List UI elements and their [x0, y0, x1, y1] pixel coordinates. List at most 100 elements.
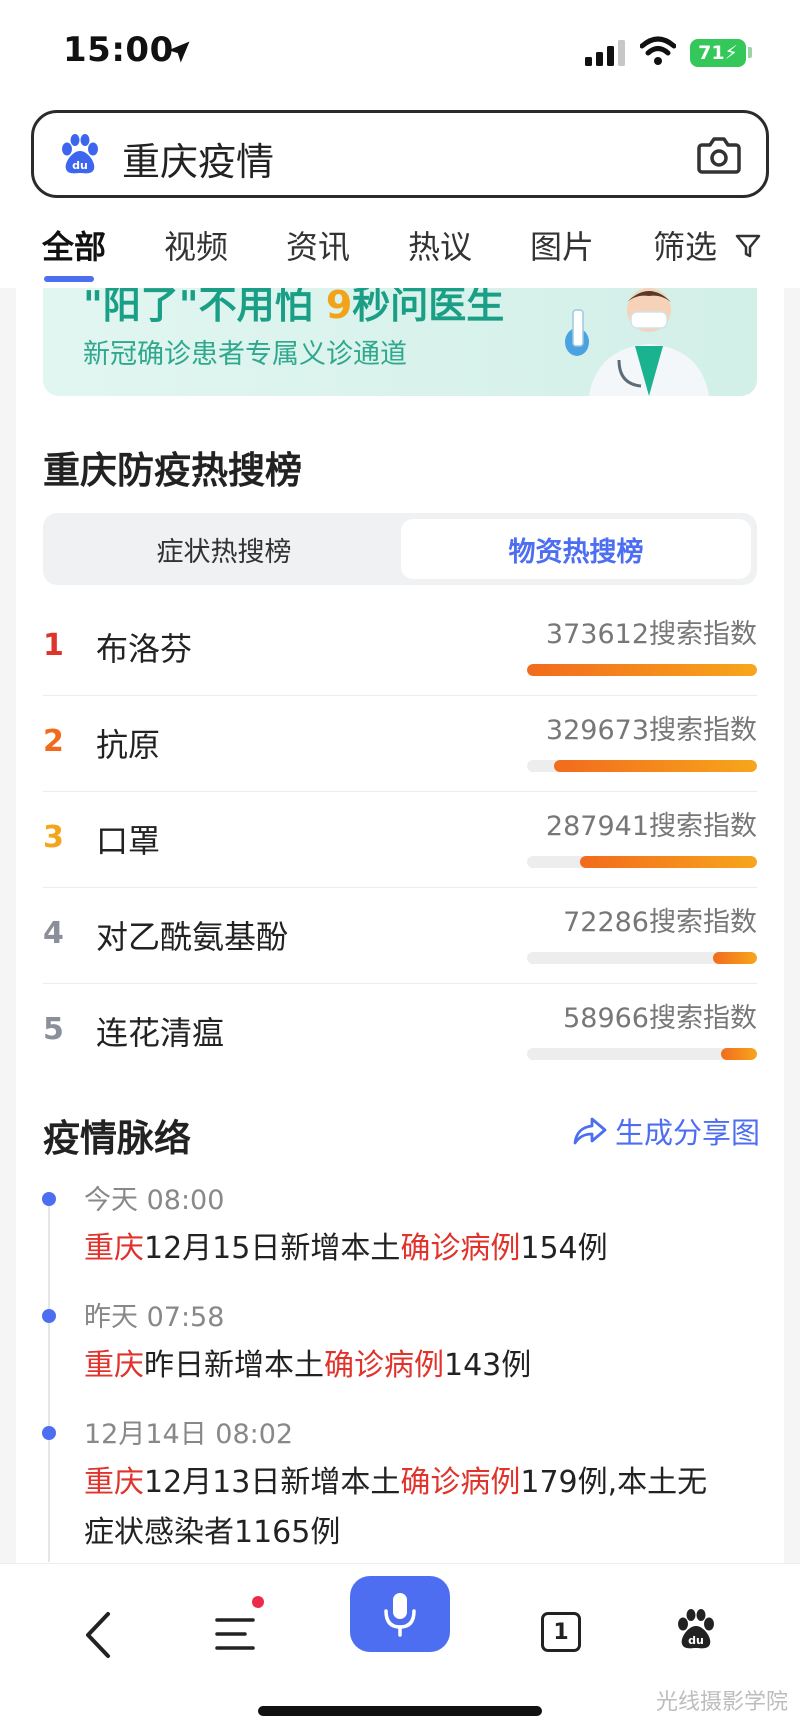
status-time: 15:00 [63, 30, 174, 70]
hot-list-row[interactable]: 5 连花清瘟 58966搜索指数 [43, 984, 757, 1080]
bottom-toolbar: 1 du 光线摄影学院 [0, 1563, 800, 1731]
hot-list-row[interactable]: 4 对乙酰氨基酚 72286搜索指数 [43, 888, 757, 984]
tab-images[interactable]: 图片 [530, 222, 594, 268]
cellular-signal-icon [585, 40, 625, 66]
rank-bar-fill [720, 1048, 757, 1060]
rank-bar-track [527, 664, 757, 676]
wifi-icon [640, 36, 676, 65]
timeline-dot [42, 1192, 56, 1206]
timeline-place: 重庆 [84, 1465, 144, 1500]
svg-text:du: du [72, 159, 88, 172]
camera-search-icon[interactable] [696, 133, 742, 177]
timeline-keyword: 确诊病例 [400, 1465, 521, 1500]
rank-bar-fill [554, 760, 757, 772]
rank-item-name: 连花清瘟 [96, 1014, 225, 1052]
timeline-keyword: 确诊病例 [324, 1348, 444, 1383]
rank-bar-track [527, 856, 757, 868]
battery-level: 71 [698, 42, 725, 64]
tab-video[interactable]: 视频 [164, 222, 228, 268]
timeline-text-a: 12月15日新增本土 [144, 1231, 401, 1266]
timeline-text-a: 12月13日新增本土 [144, 1465, 401, 1500]
share-image-link[interactable]: 生成分享图 [573, 1110, 760, 1152]
timeline-line [48, 1192, 50, 1562]
hot-list-row[interactable]: 2 抗原 329673搜索指数 [43, 696, 757, 792]
active-tab-indicator [44, 276, 94, 282]
rank-bar-track [527, 952, 757, 964]
timeline-dot [42, 1309, 56, 1323]
banner-headline: "阳了"不用怕 9秒问医生 [83, 288, 504, 329]
rank-search-index: 72286搜索指数 [563, 907, 757, 938]
battery-cap [748, 47, 752, 58]
segment-supplies-list[interactable]: 物资热搜榜 [401, 519, 751, 579]
hot-list-title: 重庆防疫热搜榜 [43, 449, 302, 492]
timeline-text-a: 昨日新增本土 [144, 1348, 324, 1383]
tab-count-button[interactable]: 1 [541, 1612, 581, 1652]
banner-headline-number: 9 [325, 288, 353, 327]
tab-all[interactable]: 全部 [42, 222, 106, 268]
rank-bar-track [527, 760, 757, 772]
rank-bar-fill [712, 952, 757, 964]
rank-bar-fill [527, 664, 757, 676]
rank-search-index: 329673搜索指数 [545, 715, 757, 746]
timeline-text: 重庆12月15日新增本土确诊病例154例 [84, 1224, 720, 1274]
timeline-place: 重庆 [84, 1231, 144, 1266]
rank-number: 3 [43, 820, 64, 855]
home-indicator [258, 1706, 542, 1716]
svg-text:du: du [688, 1634, 704, 1647]
baidu-logo-icon: du [62, 134, 98, 174]
search-box[interactable]: du 重庆疫情 [31, 110, 769, 198]
battery-indicator: 71 ⚡ [690, 39, 746, 67]
consult-banner[interactable]: "阳了"不用怕 9秒问医生 新冠确诊患者专属义诊通道 [43, 288, 757, 396]
tab-discussion[interactable]: 热议 [408, 222, 472, 268]
filter-funnel-icon[interactable] [734, 232, 762, 260]
rank-bar-track [527, 1048, 757, 1060]
result-tabs: 全部 视频 资讯 热议 图片 筛选 [0, 210, 800, 288]
timeline-time: 今天 08:00 [84, 1185, 225, 1216]
location-arrow-icon [168, 41, 190, 63]
timeline-text-b: 143例 [444, 1348, 532, 1383]
timeline-place: 重庆 [84, 1348, 144, 1383]
timeline-text: 重庆12月13日新增本土确诊病例179例,本土无症状感染者1165例 [84, 1458, 720, 1558]
timeline-keyword: 确诊病例 [400, 1231, 521, 1266]
rank-search-index: 373612搜索指数 [545, 619, 757, 650]
rank-item-name: 布洛芬 [96, 630, 193, 668]
rank-item-name: 抗原 [96, 726, 161, 764]
watermark: 光线摄影学院 [655, 1690, 788, 1715]
timeline-text-b: 154例 [520, 1231, 608, 1266]
share-arrow-icon [573, 1117, 607, 1145]
hot-list-row[interactable]: 3 口罩 287941搜索指数 [43, 792, 757, 888]
rank-item-name: 口罩 [96, 822, 161, 860]
segment-symptom-list[interactable]: 症状热搜榜 [49, 519, 399, 579]
rank-number: 5 [43, 1012, 64, 1047]
charging-bolt-icon: ⚡ [724, 42, 738, 64]
microphone-icon [384, 1593, 416, 1637]
timeline-time: 12月14日 08:02 [84, 1419, 294, 1450]
rank-number: 1 [43, 628, 64, 663]
menu-notification-dot [252, 1596, 264, 1608]
rank-bar-fill [579, 856, 757, 868]
hot-list-segmented-control: 症状热搜榜 物资热搜榜 [43, 513, 757, 585]
search-input[interactable]: 重庆疫情 [122, 131, 274, 186]
rank-item-name: 对乙酰氨基酚 [96, 918, 289, 956]
hot-list-row[interactable]: 1 布洛芬 373612搜索指数 [43, 600, 757, 696]
rank-search-index: 287941搜索指数 [545, 811, 757, 842]
voice-search-button[interactable] [350, 1576, 450, 1652]
rank-number: 2 [43, 724, 64, 759]
timeline-title: 疫情脉络 [43, 1117, 191, 1160]
banner-headline-a: "阳了"不用怕 [83, 288, 326, 327]
share-link-label: 生成分享图 [614, 1116, 760, 1150]
tab-news[interactable]: 资讯 [286, 222, 350, 268]
rank-search-index: 58966搜索指数 [563, 1003, 757, 1034]
back-chevron-icon[interactable] [80, 1610, 120, 1660]
timeline-text: 重庆昨日新增本土确诊病例143例 [84, 1341, 720, 1391]
baidu-home-icon[interactable]: du [674, 1608, 718, 1652]
banner-subtitle: 新冠确诊患者专属义诊通道 [83, 339, 407, 370]
rank-number: 4 [43, 916, 64, 951]
doctor-illustration [565, 288, 709, 396]
timeline-dot [42, 1426, 56, 1440]
timeline-time: 昨天 07:58 [84, 1302, 225, 1333]
menu-icon[interactable] [215, 1616, 255, 1652]
tab-filter[interactable]: 筛选 [653, 222, 717, 268]
status-bar: 15:00 71 ⚡ [0, 0, 800, 100]
banner-headline-c: 秒问医生 [352, 288, 505, 327]
